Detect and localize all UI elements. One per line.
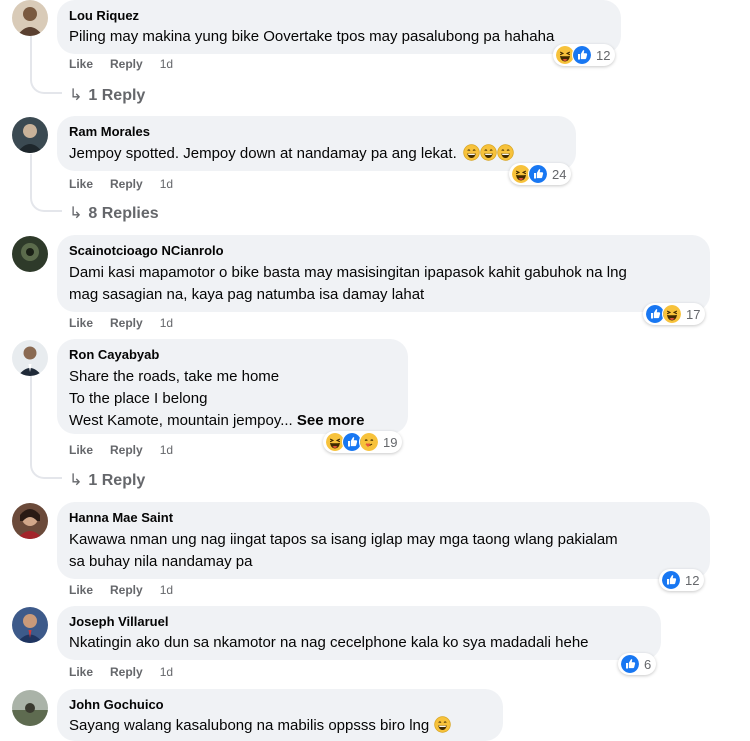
thread-line <box>30 154 32 194</box>
reaction-summary[interactable]: 12 <box>659 569 705 591</box>
comment-actions: Like Reply 1d <box>69 443 190 457</box>
like-button[interactable]: Like <box>69 665 93 679</box>
comment-actions: Like Reply 1d <box>69 665 190 679</box>
comment-timestamp[interactable]: 1d <box>160 665 173 679</box>
comment-text-line: mag sasagian na, kaya pag natumba isa da… <box>69 286 425 303</box>
comment-text: West Kamote, mountain jempoy... See more <box>69 410 396 432</box>
comment-actions: Like Reply 1d <box>69 57 190 71</box>
avatar[interactable] <box>12 607 48 643</box>
reaction-summary[interactable]: 12 <box>553 44 616 66</box>
comment-actions: Like Reply 1d <box>69 177 190 191</box>
reply-arrow-icon: ↳ <box>69 472 83 489</box>
reply-button[interactable]: Reply <box>110 583 143 597</box>
haha-reaction-icon <box>662 304 682 324</box>
comment-author[interactable]: John Gochuico <box>69 696 491 713</box>
avatar[interactable] <box>12 236 48 272</box>
reply-button[interactable]: Reply <box>110 665 143 679</box>
comment-text-line: Dami kasi mapamotor o bike basta may mas… <box>69 264 627 281</box>
comment-timestamp[interactable]: 1d <box>160 57 173 71</box>
avatar[interactable] <box>12 117 48 153</box>
reaction-count: 12 <box>685 572 700 588</box>
thread-line <box>30 36 32 76</box>
comment-author[interactable]: Ram Morales <box>69 123 564 140</box>
reply-button[interactable]: Reply <box>110 316 143 330</box>
comment-author[interactable]: Lou Riquez <box>69 7 609 24</box>
like-button[interactable]: Like <box>69 443 93 457</box>
see-more-link[interactable]: See more <box>297 412 365 429</box>
comment-author[interactable]: Ron Cayabyab <box>69 346 396 363</box>
thread-line <box>30 376 32 461</box>
reaction-summary[interactable]: 19 <box>323 431 403 453</box>
comment-text-line: Kawawa nman ung nag iingat tapos sa isan… <box>69 531 618 548</box>
reaction-count: 6 <box>644 656 652 672</box>
like-button[interactable]: Like <box>69 177 93 191</box>
comment-timestamp[interactable]: 1d <box>160 177 173 191</box>
comment-bubble: Lou Riquez Piling may makina yung bike O… <box>57 0 621 54</box>
reaction-summary[interactable]: 6 <box>618 653 657 675</box>
reaction-count: 12 <box>596 47 611 63</box>
like-reaction-icon <box>620 654 640 674</box>
comment-text: Piling may makina yung bike Oovertake tp… <box>69 28 555 45</box>
avatar[interactable] <box>12 690 48 726</box>
reply-button[interactable]: Reply <box>110 443 143 457</box>
avatar[interactable] <box>12 340 48 376</box>
comment-actions: Like Reply 1d <box>69 583 190 597</box>
like-reaction-icon <box>572 45 592 65</box>
comment-timestamp[interactable]: 1d <box>160 583 173 597</box>
avatar[interactable] <box>12 0 48 36</box>
like-button[interactable]: Like <box>69 57 93 71</box>
replies-count: 1 Reply <box>88 87 146 104</box>
view-replies-link[interactable]: ↳ 8 Replies <box>69 203 159 223</box>
comment-text-line: To the place I belong <box>69 390 208 407</box>
comment-timestamp[interactable]: 1d <box>160 316 173 330</box>
reply-connector <box>30 461 62 479</box>
grinning-emoji-icon <box>463 144 480 161</box>
comment-actions: Like Reply 1d <box>69 316 190 330</box>
comment-text-line: sa buhay nila nandamay pa <box>69 553 253 570</box>
reply-button[interactable]: Reply <box>110 177 143 191</box>
comment-text-line: Jempoy spotted. Jempoy down at nandamay … <box>69 145 457 162</box>
comment-bubble: Ram Morales Jempoy spotted. Jempoy down … <box>57 116 576 171</box>
comment-timestamp[interactable]: 1d <box>160 443 173 457</box>
reaction-summary[interactable]: 17 <box>643 303 706 325</box>
like-button[interactable]: Like <box>69 316 93 330</box>
like-reaction-icon <box>661 570 681 590</box>
replies-count: 8 Replies <box>88 205 159 222</box>
like-reaction-icon <box>528 164 548 184</box>
reply-arrow-icon: ↳ <box>69 87 83 104</box>
comment-author[interactable]: Hanna Mae Saint <box>69 509 698 526</box>
comment-bubble: Ron Cayabyab Share the roads, take me ho… <box>57 339 408 434</box>
reply-connector <box>30 76 62 94</box>
comment-bubble: Hanna Mae Saint Kawawa nman ung nag iing… <box>57 502 710 579</box>
reaction-count: 19 <box>383 434 398 450</box>
grinning-emoji-icon <box>480 144 497 161</box>
comment-text: Nkatingin ako dun sa nkamotor na nag cec… <box>69 634 589 651</box>
comment-text-line: West Kamote, mountain jempoy... <box>69 412 293 429</box>
reply-button[interactable]: Reply <box>110 57 143 71</box>
reply-arrow-icon: ↳ <box>69 205 83 222</box>
grinning-emoji-icon <box>497 144 514 161</box>
comment-author[interactable]: Scainotcioago NCianrolo <box>69 242 698 259</box>
comment-text: Sayang walang kasalubong na mabilis opps… <box>69 715 491 737</box>
like-button[interactable]: Like <box>69 583 93 597</box>
avatar[interactable] <box>12 503 48 539</box>
care-reaction-icon <box>359 432 379 452</box>
comment-text: Jempoy spotted. Jempoy down at nandamay … <box>69 143 564 165</box>
comment-bubble: John Gochuico Sayang walang kasalubong n… <box>57 689 503 741</box>
comment-author[interactable]: Joseph Villaruel <box>69 613 649 630</box>
reaction-count: 17 <box>686 306 701 322</box>
reaction-summary[interactable]: 24 <box>509 163 572 185</box>
comment-text-line: Share the roads, take me home <box>69 368 280 385</box>
view-replies-link[interactable]: ↳ 1 Reply <box>69 85 145 105</box>
comment-bubble: Scainotcioago NCianrolo Dami kasi mapamo… <box>57 235 710 312</box>
reaction-count: 24 <box>552 166 567 182</box>
reply-connector <box>30 194 62 212</box>
replies-count: 1 Reply <box>88 472 146 489</box>
comment-bubble: Joseph Villaruel Nkatingin ako dun sa nk… <box>57 606 661 660</box>
grinning-emoji-icon <box>434 716 451 733</box>
view-replies-link[interactable]: ↳ 1 Reply <box>69 470 145 490</box>
comment-text-line: Sayang walang kasalubong na mabilis opps… <box>69 717 430 734</box>
